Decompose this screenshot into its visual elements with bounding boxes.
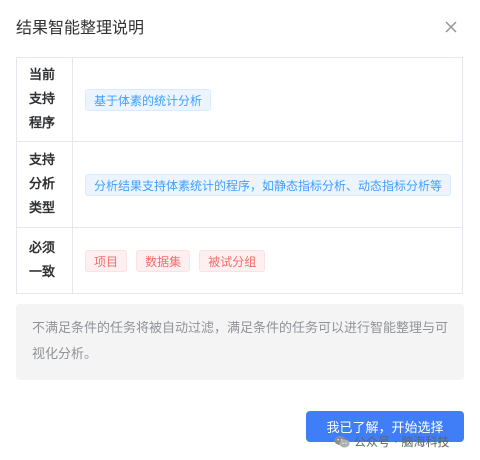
close-button[interactable] xyxy=(442,18,460,36)
table-row-must-match: 必须一致 项目 数据集 被试分组 xyxy=(16,227,463,294)
info-table: 当前支持程序 基于体素的统计分析 支持分析类型 分析结果支持体素统计的程序，如静… xyxy=(16,57,463,294)
note-box: 不满足条件的任务将被自动过滤，满足条件的任务可以进行智能整理与可视化分析。 xyxy=(16,304,464,380)
wechat-icon xyxy=(334,436,350,448)
tag: 分析结果支持体素统计的程序，如静态指标分析、动态指标分析等 xyxy=(85,173,452,196)
dialog: 结果智能整理说明 当前支持程序 基于体素的统计分析 支持分析类型 分析结果支持体… xyxy=(0,0,480,460)
tag: 基于体素的统计分析 xyxy=(85,88,212,111)
tag-subject-group: 被试分组 xyxy=(199,249,266,272)
row-content: 分析结果支持体素统计的程序，如静态指标分析、动态指标分析等 xyxy=(73,142,463,228)
dialog-header: 结果智能整理说明 xyxy=(16,16,464,40)
dialog-title: 结果智能整理说明 xyxy=(16,18,145,37)
row-content: 项目 数据集 被试分组 xyxy=(73,228,463,294)
row-label: 支持分析类型 xyxy=(29,152,56,216)
watermark: 公众号 · 脑海科技 xyxy=(334,432,449,452)
row-label: 必须一致 xyxy=(29,240,56,280)
row-label: 当前支持程序 xyxy=(29,67,56,131)
tag-dataset: 数据集 xyxy=(136,249,191,272)
watermark-text: 公众号 · 脑海科技 xyxy=(354,435,450,449)
table-row-analysis-type: 支持分析类型 分析结果支持体素统计的程序，如静态指标分析、动态指标分析等 xyxy=(16,141,463,228)
tag-project: 项目 xyxy=(85,249,128,272)
close-icon xyxy=(445,21,457,33)
row-content: 基于体素的统计分析 xyxy=(73,58,463,142)
table-row-program: 当前支持程序 基于体素的统计分析 xyxy=(16,57,463,142)
